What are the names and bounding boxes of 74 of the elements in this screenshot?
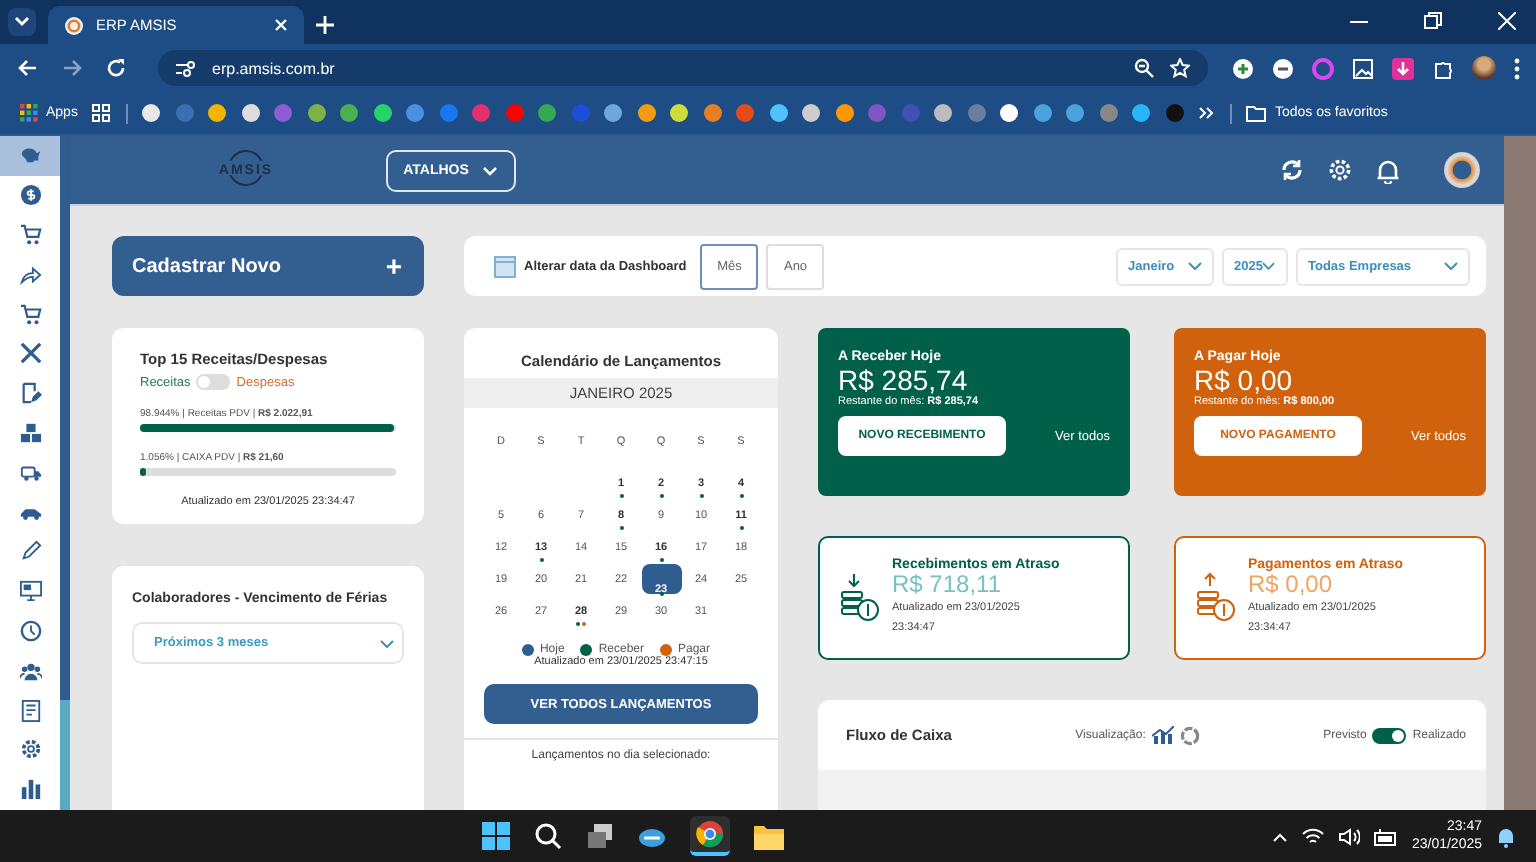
amount-text: R$ 718,11	[892, 572, 1003, 598]
tab-search-button[interactable]	[8, 8, 36, 36]
cart-icon	[19, 223, 41, 246]
browser-taskbar-icon[interactable]	[690, 816, 731, 856]
extension-icon[interactable]	[1272, 57, 1294, 79]
caret-icon	[14, 16, 30, 28]
share-icon	[19, 263, 41, 286]
address-bar[interactable]: erp.amsis.com.br	[158, 50, 1208, 86]
chevron-icon[interactable]	[1198, 106, 1215, 120]
sidebar-item[interactable]	[0, 136, 60, 176]
caret-icon	[482, 165, 499, 175]
reload-icon[interactable]	[106, 58, 126, 78]
extension-icon[interactable]	[1232, 57, 1254, 79]
users-icon	[19, 659, 41, 682]
piggy-icon	[19, 144, 41, 167]
amount-text: R$ 0,00	[1248, 572, 1335, 598]
start-icon[interactable]	[482, 822, 511, 850]
monitor-icon	[19, 580, 41, 603]
speaker-icon[interactable]	[1337, 827, 1360, 845]
chart-icon	[19, 778, 41, 801]
apps-icon	[20, 104, 38, 122]
dollar-icon	[19, 184, 41, 207]
scrollbar[interactable]	[1504, 136, 1536, 810]
cart-icon	[19, 303, 41, 326]
chevron-up-icon[interactable]	[1271, 831, 1288, 841]
clock-icon	[19, 619, 41, 642]
coins-icon	[1196, 572, 1236, 624]
amount-text: R$ 285,74	[838, 364, 970, 396]
close-icon[interactable]	[1498, 12, 1516, 30]
zoom-icon[interactable]	[1134, 58, 1154, 78]
menu-icon[interactable]	[1514, 57, 1520, 79]
amount-text: R$ 0,00	[1194, 364, 1295, 396]
donut-chart-icon[interactable]	[1179, 725, 1200, 745]
tools-icon	[19, 342, 41, 365]
forward-icon[interactable]	[62, 58, 82, 78]
refresh-icon[interactable]	[1280, 158, 1304, 182]
folder-icon	[1246, 105, 1267, 121]
caret-icon	[1188, 262, 1202, 270]
pencil-icon	[19, 540, 41, 563]
company-avatar[interactable]	[1444, 152, 1480, 188]
caret-icon	[380, 639, 394, 647]
notification-icon[interactable]	[1496, 825, 1517, 847]
puzzle-icon[interactable]	[1432, 57, 1454, 79]
restore-icon[interactable]	[1424, 12, 1442, 30]
boxes-icon	[19, 421, 41, 444]
image-icon[interactable]	[1352, 57, 1374, 79]
calendar-icon	[494, 254, 516, 278]
new-record-button[interactable]: Cadastrar Novo +	[112, 236, 424, 296]
line-chart-icon[interactable]	[1151, 726, 1174, 744]
settings-icon[interactable]	[1328, 158, 1352, 182]
battery-icon[interactable]	[1373, 827, 1398, 845]
toggle-switch[interactable]	[1372, 727, 1407, 743]
close-icon[interactable]	[274, 18, 288, 32]
star-icon[interactable]	[1170, 58, 1190, 78]
edit-icon	[19, 382, 41, 405]
site-icon	[64, 15, 84, 35]
back-icon[interactable]	[18, 58, 38, 78]
document-icon	[19, 699, 41, 722]
profile-avatar[interactable]	[1472, 56, 1496, 80]
site-settings-icon[interactable]	[176, 59, 196, 77]
folder-icon[interactable]	[754, 823, 785, 849]
toggle-switch[interactable]	[196, 374, 231, 390]
grid-icon[interactable]	[92, 104, 111, 122]
truck-icon	[19, 461, 41, 484]
caret-icon	[1262, 262, 1276, 270]
wifi-icon[interactable]	[1301, 827, 1324, 845]
notification-icon[interactable]	[1376, 157, 1400, 183]
new-tab-icon[interactable]	[316, 16, 334, 34]
caret-icon	[1444, 262, 1458, 270]
task-view-icon[interactable]	[586, 822, 615, 850]
coins-icon	[840, 572, 880, 624]
search-icon[interactable]	[534, 822, 563, 850]
gear-icon	[19, 738, 41, 761]
download-icon[interactable]	[1392, 57, 1414, 79]
